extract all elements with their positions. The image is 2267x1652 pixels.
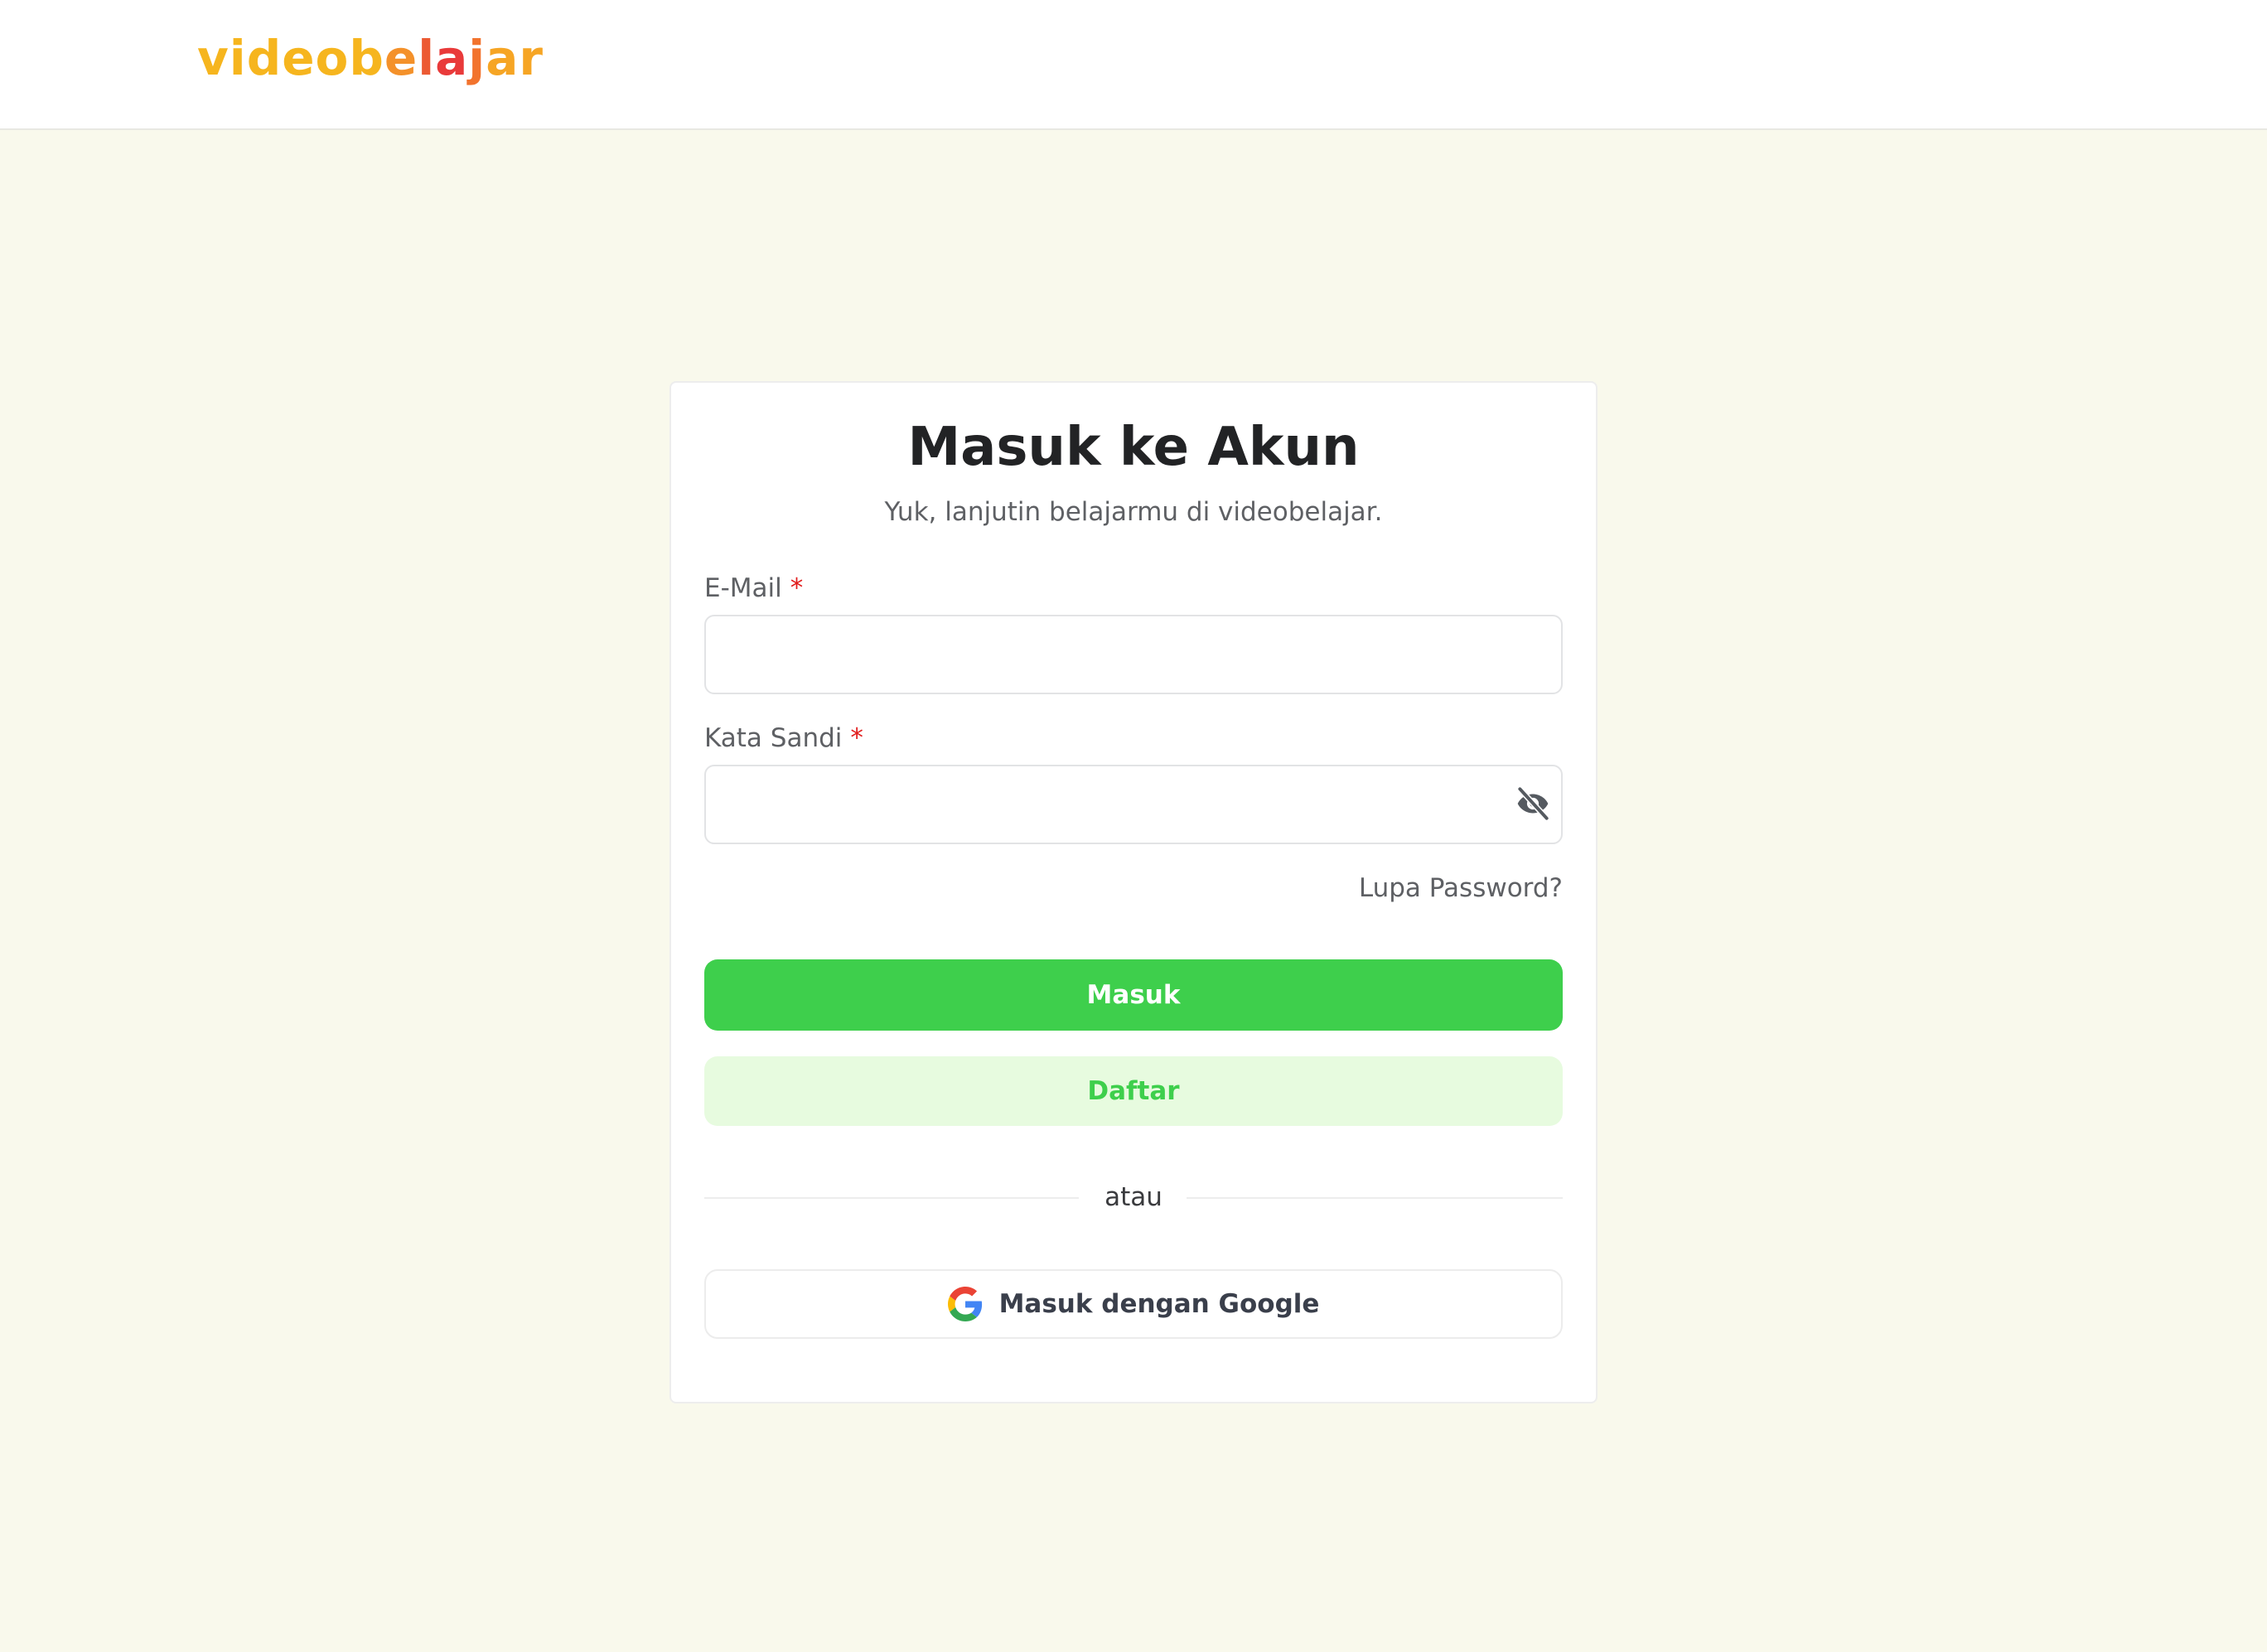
divider-line-left [704, 1197, 1079, 1199]
eye-off-icon[interactable] [1512, 783, 1554, 824]
divider-line-right [1187, 1197, 1563, 1199]
login-button[interactable]: Masuk [704, 959, 1563, 1031]
login-title: Masuk ke Akun [907, 417, 1360, 478]
password-required-mark: * [850, 723, 863, 753]
logo-part: e [384, 30, 418, 86]
login-subtitle: Yuk, lanjutin belajarmu di videobelajar. [884, 497, 1383, 527]
email-required-mark: * [790, 573, 804, 603]
videobelajar-logo[interactable]: videobelajar [197, 22, 544, 94]
password-label-text: Kata Sandi [704, 723, 843, 753]
logo-part: l [418, 30, 436, 86]
top-navbar: videobelajar [0, 0, 2267, 130]
register-button[interactable]: Daftar [704, 1056, 1563, 1126]
register-button-label: Daftar [1087, 1076, 1180, 1106]
email-label: E-Mail * [704, 569, 803, 607]
logo-part: videob [197, 30, 384, 86]
password-input[interactable] [704, 765, 1563, 844]
email-label-text: E-Mail [704, 573, 782, 603]
google-icon [947, 1287, 982, 1321]
login-button-label: Masuk [1086, 980, 1181, 1010]
email-input[interactable] [704, 615, 1563, 694]
logo-part: j [468, 30, 486, 86]
logo-part: a [435, 30, 469, 86]
password-label: Kata Sandi * [704, 719, 863, 757]
google-login-button[interactable]: Masuk dengan Google [704, 1269, 1563, 1339]
google-login-label: Masuk dengan Google [998, 1289, 1320, 1319]
divider-label: atau [1104, 1182, 1163, 1212]
logo-part: ar [486, 30, 544, 86]
forgot-password-link[interactable]: Lupa Password? [1243, 869, 1563, 907]
